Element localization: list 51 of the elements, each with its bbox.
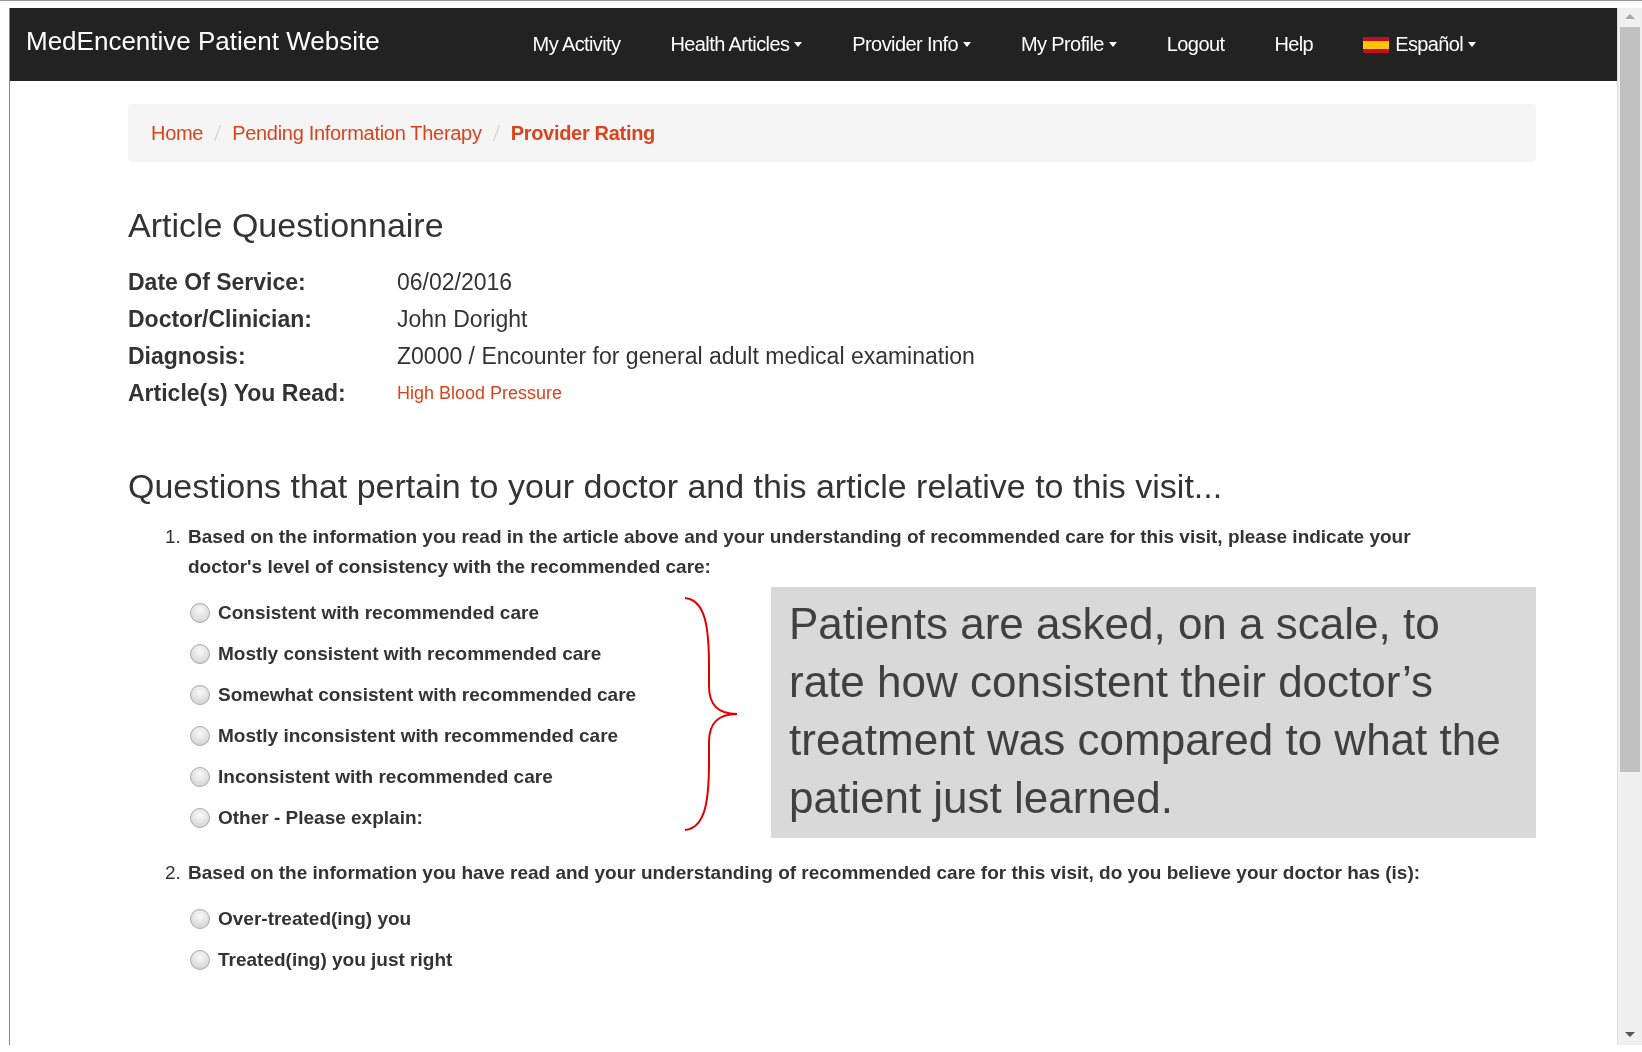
radio-button[interactable]: [190, 908, 210, 929]
question-number: 2.: [165, 861, 182, 885]
radio-button[interactable]: [190, 684, 210, 705]
question-number: 1.: [165, 525, 182, 549]
detail-label: Article(s) You Read:: [128, 380, 347, 407]
page-title: Article Questionnaire: [128, 206, 445, 245]
article-link[interactable]: High Blood Pressure: [397, 383, 563, 404]
option-label: Other - Please explain:: [218, 806, 423, 829]
scroll-up-icon[interactable]: [1625, 14, 1635, 19]
nav-link[interactable]: Health Articles: [645, 33, 828, 56]
breadcrumb-link[interactable]: Pending Information Therapy: [232, 121, 482, 145]
radio-button[interactable]: [190, 725, 210, 746]
nav-link[interactable]: My Profile: [995, 33, 1142, 56]
option-label: Consistent with recommended care: [218, 601, 539, 624]
option-label: Over-treated(ing) you: [218, 907, 412, 930]
caret-icon: [1468, 42, 1477, 47]
scrollbar[interactable]: [1617, 8, 1642, 1045]
detail-label: Date Of Service:: [128, 269, 307, 296]
caret-icon: [794, 42, 803, 47]
breadcrumb-link[interactable]: Home: [151, 121, 204, 145]
option-label: Treated(ing) you just right: [218, 948, 453, 971]
scroll-down-icon[interactable]: [1625, 1032, 1635, 1037]
section-heading: Questions that pertain to your doctor and this article relative to this visit...: [128, 467, 1224, 506]
nav-link[interactable]: Logout: [1141, 33, 1250, 56]
option-label: Mostly consistent with recommended care: [218, 642, 602, 665]
breadcrumb-link[interactable]: Provider Rating: [510, 121, 656, 145]
option-label: Inconsistent with recommended care: [218, 765, 553, 788]
detail-label: Doctor/Clinician:: [128, 306, 313, 333]
detail-value: John Doright: [397, 306, 528, 333]
option-label: Mostly inconsistent with recommended care: [218, 724, 619, 747]
radio-button[interactable]: [190, 949, 210, 970]
radio-button[interactable]: [190, 643, 210, 664]
nav-link[interactable]: Help: [1249, 33, 1339, 56]
nav-link[interactable]: Provider Info: [827, 33, 996, 56]
radio-button[interactable]: [190, 807, 210, 828]
detail-label: Diagnosis:: [128, 343, 247, 370]
site-brand-link[interactable]: MedEncentive Patient Website: [26, 26, 380, 57]
option-label: Somewhat consistent with recommended care: [218, 683, 637, 706]
scrollbar-thumb[interactable]: [1620, 27, 1640, 772]
detail-value: 06/02/2016: [397, 269, 513, 296]
nav-link[interactable]: My Activity: [507, 33, 646, 56]
question-text: Based on the information you read in the article above and your understanding of recommended care for this visit, please indicate your doctor's level of consistency with the recommended care:: [188, 525, 1412, 579]
caret-icon: [1108, 42, 1117, 47]
nav-link[interactable]: Español: [1338, 33, 1502, 56]
question-text: Based on the information you have read and your understanding of recommended care for this visit, do you believe your doctor has (is):: [188, 861, 1422, 885]
radio-button[interactable]: [190, 602, 210, 623]
radio-button[interactable]: [190, 766, 210, 787]
flag-icon: [1363, 36, 1390, 53]
callout-note: Patients are asked, on a scale, to rate how consistent their doctor’s treatment was compared to what the patient just learned.: [771, 587, 1536, 838]
caret-icon: [962, 42, 971, 47]
detail-value: Z0000 / Encounter for general adult medical examination: [397, 343, 975, 370]
